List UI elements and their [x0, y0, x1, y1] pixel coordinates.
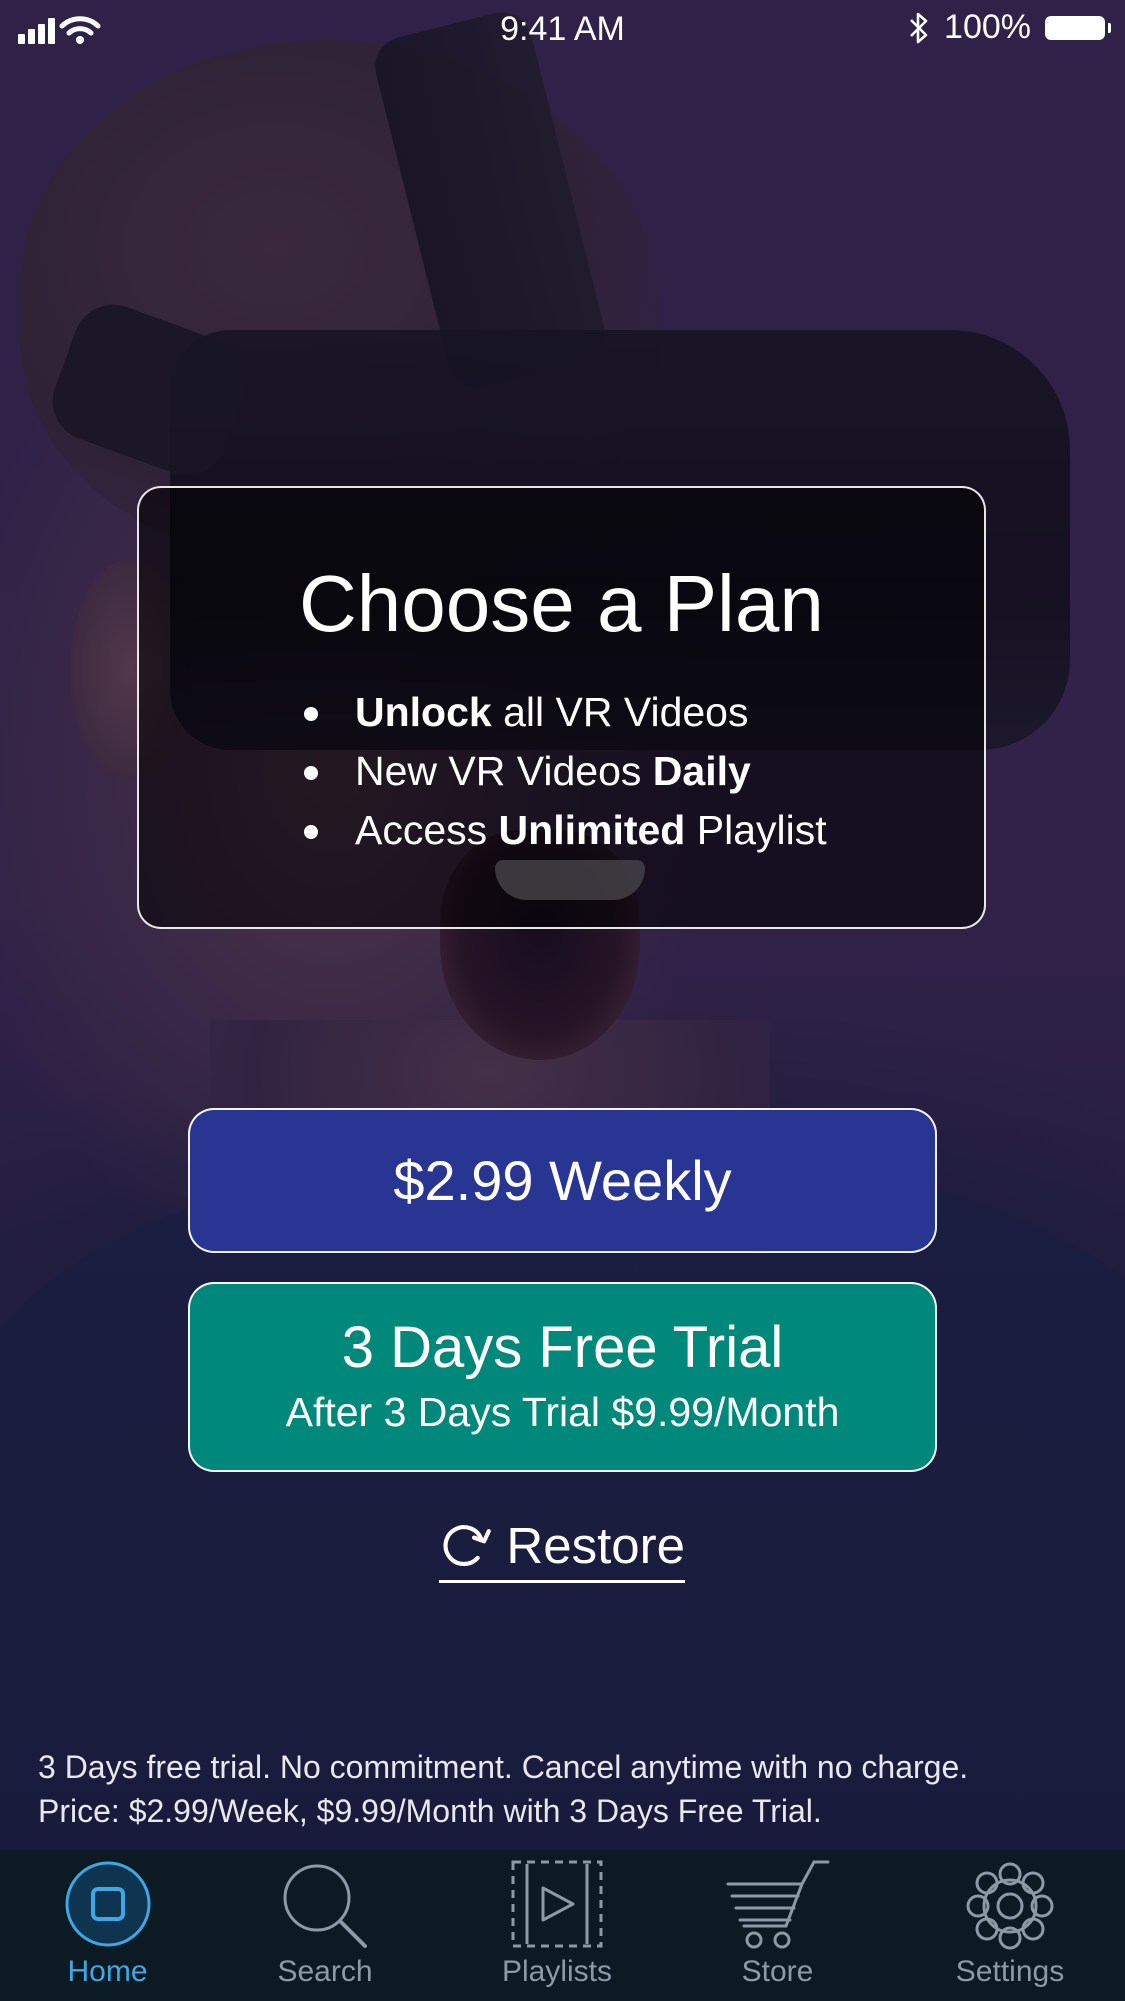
tab-settings[interactable]: Settings [900, 1850, 1120, 2001]
tab-bar: Home Search Playlists Store Settings [0, 1850, 1125, 2001]
tab-store[interactable]: Store [670, 1850, 885, 2001]
playlists-icon [511, 1860, 603, 1953]
tab-home[interactable]: Home [0, 1850, 215, 2001]
weekly-plan-button[interactable]: $2.99 Weekly [188, 1108, 937, 1253]
tab-search-label: Search [277, 1955, 373, 1988]
plan-card: Choose a Plan Unlock all VR Videos New V… [137, 486, 986, 929]
disclaimer-line: Price: $2.99/Week, $9.99/Month with 3 Da… [38, 1793, 822, 1829]
bluetooth-icon [910, 12, 928, 43]
plan-features: Unlock all VR Videos New VR Videos Daily… [299, 683, 827, 860]
disclaimer-line: 3 Days free trial. No commitment. Cancel… [38, 1749, 969, 1785]
restore-label: Restore [506, 1516, 685, 1574]
tab-search[interactable]: Search [220, 1850, 430, 2001]
tab-settings-label: Settings [955, 1955, 1065, 1988]
battery-percent: 100% [944, 8, 1031, 46]
feature-item: Access Unlimited Playlist [299, 801, 827, 860]
free-trial-subtitle: After 3 Days Trial $9.99/Month [285, 1389, 840, 1435]
search-icon [279, 1860, 371, 1957]
feature-item: New VR Videos Daily [299, 742, 827, 801]
background-overlay [0, 0, 1125, 2001]
status-bar: 9:41 AM 100% [0, 0, 1125, 60]
free-trial-button[interactable]: 3 Days Free Trial After 3 Days Trial $9.… [188, 1282, 937, 1472]
gear-icon [964, 1860, 1056, 1957]
weekly-plan-label: $2.99 Weekly [393, 1149, 732, 1212]
free-trial-label: 3 Days Free Trial [341, 1315, 784, 1380]
plan-title: Choose a Plan [299, 559, 824, 648]
home-icon [64, 1860, 152, 1953]
battery-icon [1045, 15, 1111, 40]
tab-playlists[interactable]: Playlists [447, 1850, 667, 2001]
tab-store-label: Store [741, 1955, 814, 1988]
pricing-disclaimer: 3 Days free trial. No commitment. Cancel… [38, 1745, 968, 1833]
tab-home-label: Home [67, 1955, 148, 1988]
tab-playlists-label: Playlists [501, 1955, 613, 1988]
cart-icon [726, 1860, 830, 1957]
restore-icon [443, 1525, 491, 1567]
feature-item: Unlock all VR Videos [299, 683, 827, 742]
restore-button[interactable]: Restore [439, 1510, 685, 1583]
